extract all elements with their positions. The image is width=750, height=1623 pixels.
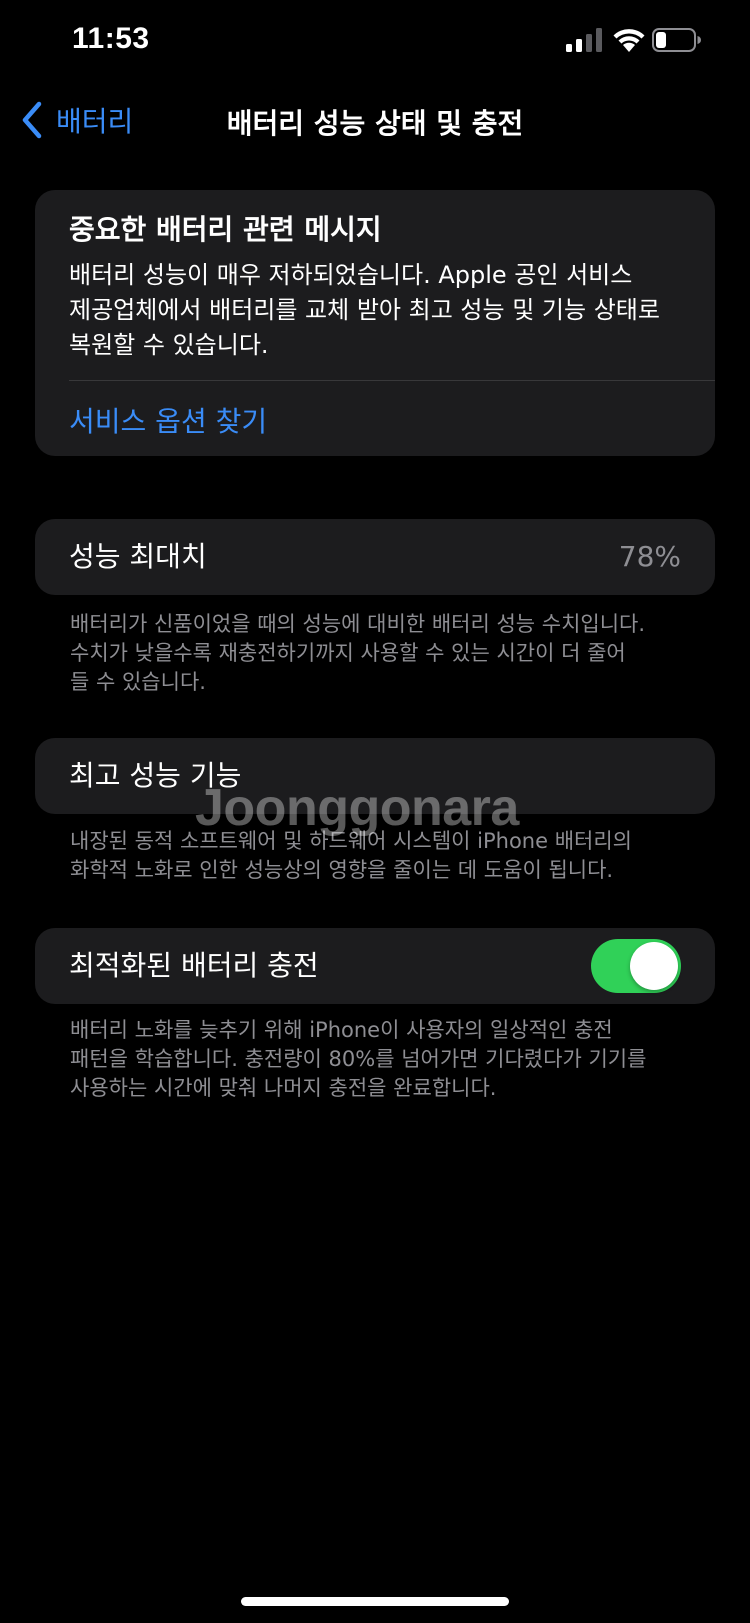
message-body-line: 복원할 수 있습니다.: [69, 331, 269, 359]
optimized-charging-toggle[interactable]: [591, 939, 681, 993]
peak-performance-footer: 내장된 동적 소프트웨어 및 하드웨어 시스템이 iPhone 배터리의 화학적…: [70, 827, 710, 885]
optimized-charging-row: 최적화된 배터리 충전: [35, 928, 715, 1004]
footer-line: 사용하는 시간에 맞춰 나머지 충전을 완료합니다.: [70, 1076, 497, 1100]
footer-line: 배터리가 신품이었을 때의 성능에 대비한 배터리 성능 수치입니다.: [70, 612, 646, 636]
message-title: 중요한 배터리 관련 메시지: [69, 213, 382, 246]
page-title: 배터리 성능 상태 및 충전: [226, 107, 524, 140]
battery-icon: [652, 28, 701, 52]
navigation-bar: 배터리 배터리 성능 상태 및 충전: [0, 88, 750, 152]
optimized-charging-footer: 배터리 노화를 늦추기 위해 iPhone이 사용자의 일상적인 충전 패턴을 …: [70, 1016, 710, 1103]
peak-performance-row: 최고 성능 기능: [35, 738, 715, 814]
status-bar: 11:53: [0, 0, 750, 88]
maximum-capacity-value: 78%: [618, 540, 681, 573]
footer-line: 내장된 동적 소프트웨어 및 하드웨어 시스템이 iPhone 배터리의: [70, 829, 632, 853]
message-body-line: 제공업체에서 배터리를 교체 받아 최고 성능 및 기능 상태로: [69, 296, 660, 324]
footer-line: 수치가 낮을수록 재충전하기까지 사용할 수 있는 시간이 더 줄어: [70, 641, 626, 665]
optimized-charging-label: 최적화된 배터리 충전: [69, 949, 319, 982]
find-service-options-link[interactable]: 서비스 옵션 찾기: [69, 400, 267, 440]
status-time: 11:53: [72, 22, 150, 55]
wifi-icon: [613, 29, 645, 52]
cellular-signal-icon: [566, 28, 602, 52]
battery-message-card: 중요한 배터리 관련 메시지 배터리 성능이 매우 저하되었습니다. Apple…: [35, 190, 715, 456]
message-body-line: 배터리 성능이 매우 저하되었습니다. Apple 공인 서비스: [69, 261, 633, 289]
footer-line: 화학적 노화로 인한 성능상의 영향을 줄이는 데 도움이 됩니다.: [70, 858, 614, 882]
divider: [69, 380, 715, 381]
maximum-capacity-label: 성능 최대치: [69, 540, 207, 573]
footer-line: 들 수 있습니다.: [70, 670, 206, 694]
message-body: 배터리 성능이 매우 저하되었습니다. Apple 공인 서비스 제공업체에서 …: [69, 258, 689, 363]
home-indicator[interactable]: [241, 1597, 509, 1606]
toggle-knob: [630, 942, 678, 990]
footer-line: 배터리 노화를 늦추기 위해 iPhone이 사용자의 일상적인 충전: [70, 1018, 613, 1042]
maximum-capacity-footer: 배터리가 신품이었을 때의 성능에 대비한 배터리 성능 수치입니다. 수치가 …: [70, 610, 710, 697]
footer-line: 패턴을 학습합니다. 충전량이 80%를 넘어가면 기다렸다가 기기를: [70, 1047, 647, 1071]
peak-performance-label: 최고 성능 기능: [69, 759, 242, 792]
maximum-capacity-row: 성능 최대치 78%: [35, 519, 715, 595]
